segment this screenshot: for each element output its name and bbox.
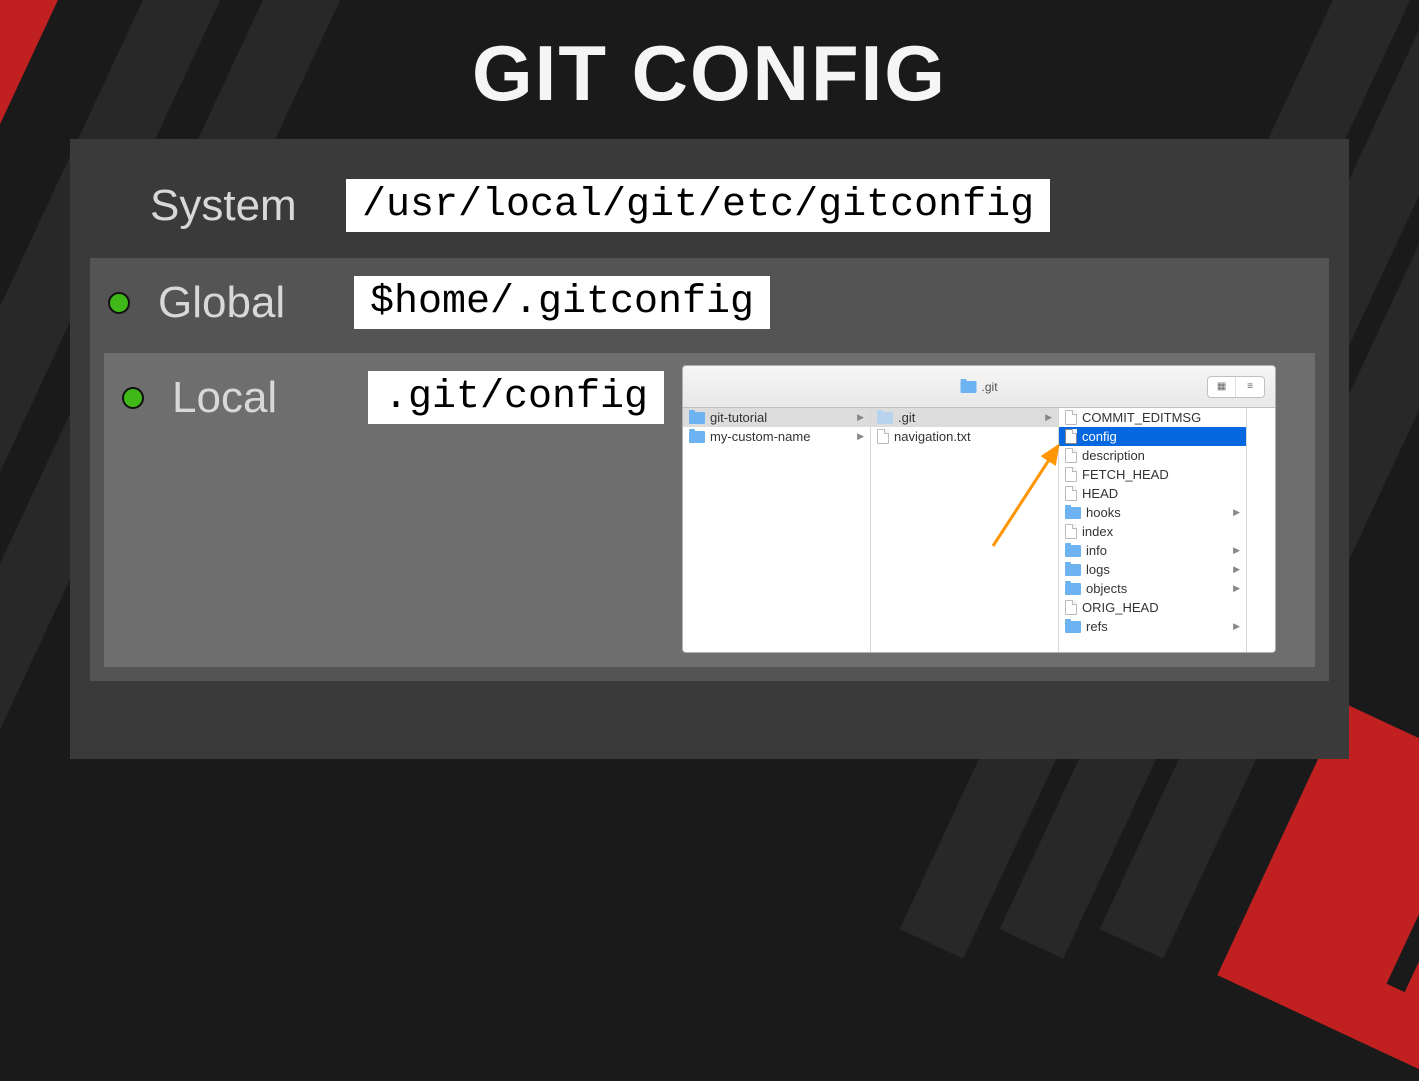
global-label: Global: [158, 278, 326, 328]
finder-column: COMMIT_EDITMSGconfig description FETCH_HEA…: [1059, 408, 1247, 652]
finder-item[interactable]: config: [1059, 427, 1246, 446]
finder-item[interactable]: refs ▶: [1059, 617, 1246, 636]
file-icon: [1065, 486, 1077, 501]
finder-item[interactable]: HEAD: [1059, 484, 1246, 503]
local-label: Local: [172, 373, 340, 423]
local-panel: Local .git/config .git ▦ ≡ git-tutoria: [104, 353, 1315, 667]
folder-icon: [1065, 545, 1081, 557]
finder-item-name: config: [1082, 429, 1117, 444]
chevron-right-icon: ▶: [857, 431, 864, 442]
folder-icon: [877, 412, 893, 424]
folder-icon: [1065, 583, 1081, 595]
finder-item[interactable]: my-custom-name ▶: [683, 427, 870, 446]
finder-item-name: refs: [1086, 619, 1108, 634]
finder-item[interactable]: FETCH_HEAD: [1059, 465, 1246, 484]
chevron-right-icon: ▶: [857, 412, 864, 423]
finder-item[interactable]: ORIG_HEAD: [1059, 598, 1246, 617]
finder-item[interactable]: .git ▶: [871, 408, 1058, 427]
finder-item[interactable]: hooks ▶: [1059, 503, 1246, 522]
finder-view-list-btn[interactable]: ≡: [1236, 377, 1264, 397]
finder-item-name: COMMIT_EDITMSG: [1082, 410, 1201, 425]
file-icon: [877, 429, 889, 444]
finder-window: .git ▦ ≡ git-tutorial▶my-custom-name▶.gi…: [682, 365, 1276, 653]
file-icon: [1065, 524, 1077, 539]
folder-icon: [1065, 564, 1081, 576]
finder-window-title: .git: [961, 380, 998, 394]
chevron-right-icon: ▶: [1233, 507, 1240, 518]
chevron-right-icon: ▶: [1233, 564, 1240, 575]
file-icon: [1065, 448, 1077, 463]
finder-column: .git ▶ navigation.txt: [871, 408, 1059, 652]
folder-icon: [689, 431, 705, 443]
system-label: System: [150, 181, 318, 231]
finder-item-name: FETCH_HEAD: [1082, 467, 1169, 482]
chevron-right-icon: ▶: [1045, 412, 1052, 423]
finder-item[interactable]: description: [1059, 446, 1246, 465]
finder-column: git-tutorial ▶ my-custom-name ▶: [683, 408, 871, 652]
finder-item-name: .git: [898, 410, 915, 425]
finder-item-name: navigation.txt: [894, 429, 971, 444]
global-row: Global $home/.gitconfig: [104, 270, 1315, 339]
folder-icon: [1065, 621, 1081, 633]
chevron-right-icon: ▶: [1233, 545, 1240, 556]
finder-item[interactable]: objects ▶: [1059, 579, 1246, 598]
finder-item[interactable]: index: [1059, 522, 1246, 541]
finder-item-name: hooks: [1086, 505, 1121, 520]
finder-item[interactable]: info ▶: [1059, 541, 1246, 560]
system-row: System /usr/local/git/etc/gitconfig: [90, 163, 1329, 248]
chevron-right-icon: ▶: [1233, 583, 1240, 594]
finder-item[interactable]: navigation.txt: [871, 427, 1058, 446]
finder-item-name: HEAD: [1082, 486, 1118, 501]
finder-item-name: git-tutorial: [710, 410, 767, 425]
folder-icon: [689, 412, 705, 424]
finder-item-name: logs: [1086, 562, 1110, 577]
local-row: Local .git/config: [118, 365, 668, 434]
file-icon: [1065, 410, 1077, 425]
system-path: /usr/local/git/etc/gitconfig: [346, 179, 1050, 232]
file-icon: [1065, 467, 1077, 482]
finder-item-name: info: [1086, 543, 1107, 558]
file-icon: [1065, 429, 1077, 444]
finder-item-name: my-custom-name: [710, 429, 810, 444]
bullet-icon: [108, 292, 130, 314]
folder-icon: [1065, 507, 1081, 519]
finder-item-name: objects: [1086, 581, 1127, 596]
chevron-right-icon: ▶: [1233, 621, 1240, 632]
finder-view-icon-btn[interactable]: ▦: [1208, 377, 1236, 397]
finder-item[interactable]: logs ▶: [1059, 560, 1246, 579]
slide-title: GIT CONFIG: [0, 0, 1419, 119]
finder-toolbar: .git ▦ ≡: [683, 366, 1275, 408]
finder-item-name: description: [1082, 448, 1145, 463]
bullet-icon: [122, 387, 144, 409]
finder-item-name: ORIG_HEAD: [1082, 600, 1159, 615]
finder-item-name: index: [1082, 524, 1113, 539]
finder-item[interactable]: COMMIT_EDITMSG: [1059, 408, 1246, 427]
global-path: $home/.gitconfig: [354, 276, 770, 329]
global-panel: Global $home/.gitconfig Local .git/confi…: [90, 258, 1329, 681]
finder-view-switcher[interactable]: ▦ ≡: [1207, 376, 1265, 398]
config-levels-panel: System /usr/local/git/etc/gitconfig Glob…: [70, 139, 1349, 759]
finder-item[interactable]: git-tutorial ▶: [683, 408, 870, 427]
finder-columns: git-tutorial ▶ my-custom-name ▶ .git ▶ navigat…: [683, 408, 1275, 652]
local-path: .git/config: [368, 371, 664, 424]
file-icon: [1065, 600, 1077, 615]
